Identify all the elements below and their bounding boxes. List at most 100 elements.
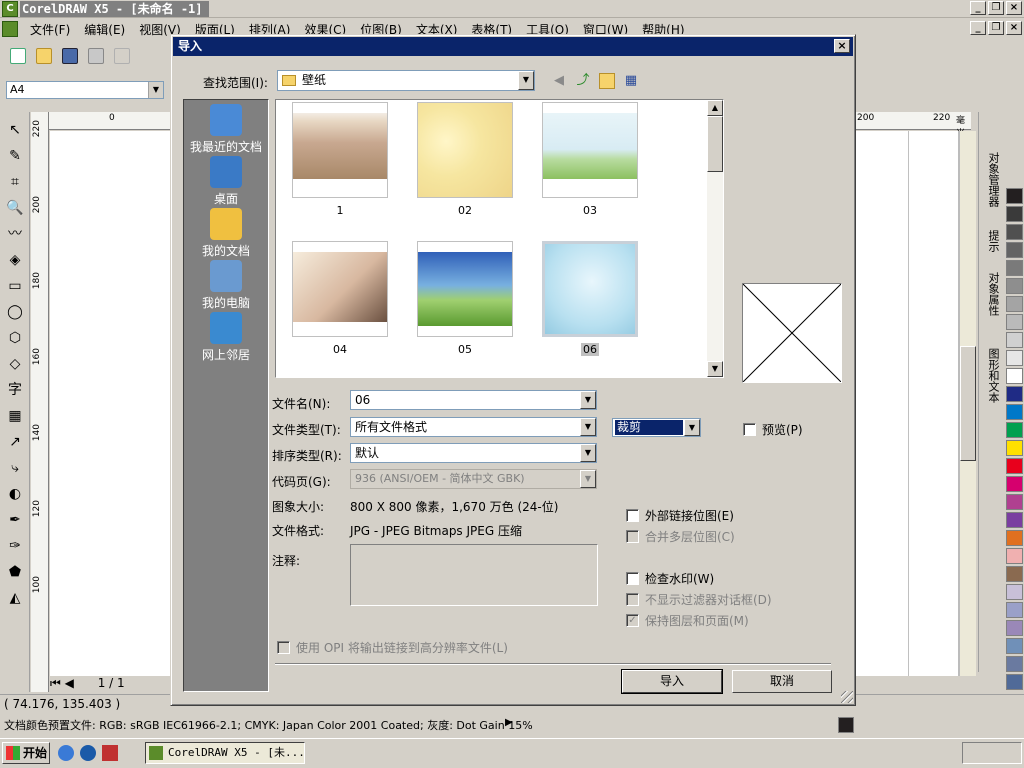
docker-tab[interactable]: 对象管理器 (981, 152, 1001, 207)
color-swatch[interactable] (1006, 368, 1023, 384)
restore-button[interactable]: ❐ (988, 1, 1004, 15)
open-folder-icon[interactable] (36, 48, 52, 64)
file-name-input[interactable]: 06 ▼ (350, 390, 597, 410)
table-tool-icon[interactable]: ▦ (5, 406, 25, 426)
freehand-tool-icon[interactable]: 〰 (5, 224, 25, 244)
color-swatch[interactable] (1006, 584, 1023, 600)
file-thumbnail[interactable]: 02 (417, 102, 513, 217)
color-swatch[interactable] (1006, 314, 1023, 330)
up-folder-icon[interactable]: ⤴ (575, 73, 591, 89)
color-swatch[interactable] (1006, 602, 1023, 618)
canvas-vertical-scrollbar[interactable] (960, 131, 976, 676)
sort-type-select[interactable]: 默认 ▼ (350, 443, 597, 463)
scrollbar-thumb[interactable] (960, 346, 976, 461)
zoom-tool-icon[interactable]: 🔍 (5, 198, 25, 218)
menu-item[interactable]: 编辑(E) (84, 21, 125, 38)
close-button[interactable]: × (1006, 1, 1022, 15)
color-swatch[interactable] (1006, 386, 1023, 402)
doc-close-button[interactable]: × (1006, 21, 1022, 35)
chevron-down-icon[interactable]: ▼ (580, 444, 596, 462)
quicklaunch-browser-icon[interactable] (58, 745, 74, 761)
scroll-up-icon[interactable]: ▲ (707, 100, 723, 116)
quicklaunch-ie-icon[interactable] (80, 745, 96, 761)
color-profile-text[interactable]: 文档颜色预置文件: RGB: sRGB IEC61966-2.1; CMYK: … (4, 717, 533, 733)
import-button[interactable]: 导入 (621, 669, 723, 694)
first-page-icon[interactable]: ⏮ (50, 676, 61, 690)
color-swatch[interactable] (1006, 656, 1023, 672)
thumbnail-frame[interactable] (292, 241, 388, 337)
file-list-scrollbar[interactable]: ▲ ▼ (707, 100, 723, 377)
shape-tool-icon[interactable]: ✎ (5, 146, 25, 166)
file-type-select[interactable]: 所有文件格式 ▼ (350, 417, 597, 437)
place-my-computer[interactable]: 我的电脑 (184, 260, 268, 311)
dialog-close-button[interactable]: × (834, 39, 850, 53)
chevron-down-icon[interactable]: ▼ (518, 71, 534, 90)
place-desktop[interactable]: 桌面 (184, 156, 268, 207)
connector-tool-icon[interactable]: ⤷ (5, 458, 25, 478)
new-document-icon[interactable] (10, 48, 26, 64)
prev-page-icon[interactable]: ◀ (65, 676, 74, 690)
file-thumbnail[interactable]: 04 (292, 241, 388, 356)
checkbox-box[interactable] (743, 423, 756, 436)
play-arrow-icon[interactable]: ▶ (505, 717, 513, 728)
fill-color-swatch[interactable] (838, 717, 854, 733)
chevron-down-icon[interactable]: ▼ (580, 418, 596, 436)
color-swatch[interactable] (1006, 548, 1023, 564)
thumbnail-frame[interactable] (292, 102, 388, 198)
color-swatch[interactable] (1006, 260, 1023, 276)
file-thumbnail[interactable]: 05 (417, 241, 513, 356)
text-tool-icon[interactable]: 字 (5, 380, 25, 400)
chevron-down-icon[interactable]: ▼ (148, 82, 163, 98)
smart-fill-icon[interactable]: ◈ (5, 250, 25, 270)
file-thumbnail[interactable]: 06 (542, 241, 638, 356)
crop-tool-icon[interactable]: ⌗ (5, 172, 25, 192)
crop-select[interactable]: 裁剪 ▼ (612, 418, 701, 437)
chevron-down-icon[interactable]: ▼ (580, 391, 596, 409)
pick-tool-icon[interactable]: ↖ (5, 120, 25, 140)
docker-tab[interactable]: 对象属性 (981, 272, 1001, 316)
color-swatch[interactable] (1006, 188, 1023, 204)
blend-tool-icon[interactable]: ◐ (5, 484, 25, 504)
scroll-down-icon[interactable]: ▼ (707, 361, 723, 377)
outline-tool-icon[interactable]: ✑ (5, 536, 25, 556)
checkbox-box[interactable] (626, 572, 639, 585)
color-swatch[interactable] (1006, 332, 1023, 348)
file-list-scroll-thumb[interactable] (707, 116, 723, 172)
cancel-button[interactable]: 取消 (732, 670, 832, 693)
docker-tab[interactable]: 图形和文本 (981, 348, 1001, 403)
checkbox-box[interactable] (626, 509, 639, 522)
ellipse-tool-icon[interactable]: ◯ (5, 302, 25, 322)
file-thumbnail[interactable]: 1 (292, 102, 388, 217)
color-swatch[interactable] (1006, 242, 1023, 258)
print-icon[interactable] (88, 48, 104, 64)
external-link-checkbox[interactable]: 外部链接位图(E) (626, 507, 734, 524)
color-swatch[interactable] (1006, 638, 1023, 654)
back-icon[interactable]: ◀ (551, 73, 567, 89)
color-swatch[interactable] (1006, 422, 1023, 438)
doc-restore-button[interactable]: ❐ (988, 21, 1004, 35)
color-swatch[interactable] (1006, 494, 1023, 510)
place-network-places[interactable]: 网上邻居 (184, 312, 268, 363)
color-swatch[interactable] (1006, 620, 1023, 636)
color-swatch[interactable] (1006, 350, 1023, 366)
place-recent-docs[interactable]: 我最近的文档 (184, 104, 268, 155)
page-size-select[interactable]: A4 ▼ (6, 81, 164, 99)
thumbnail-frame[interactable] (542, 241, 638, 337)
polygon-tool-icon[interactable]: ⬡ (5, 328, 25, 348)
start-button[interactable]: 开始 (2, 742, 50, 764)
fill-tool-icon[interactable]: ⬟ (5, 562, 25, 582)
vertical-ruler[interactable]: 220 200 180 160 140 120 100 (31, 112, 49, 692)
place-my-documents[interactable]: 我的文档 (184, 208, 268, 259)
save-icon[interactable] (62, 48, 78, 64)
thumbnail-frame[interactable] (417, 241, 513, 337)
color-swatch[interactable] (1006, 296, 1023, 312)
color-swatch[interactable] (1006, 512, 1023, 528)
check-watermark-checkbox[interactable]: 检查水印(W) (626, 570, 714, 587)
interactive-fill-icon[interactable]: ◭ (5, 588, 25, 608)
color-swatch[interactable] (1006, 206, 1023, 222)
thumbnail-frame[interactable] (542, 102, 638, 198)
docker-tab[interactable]: 提示 (981, 230, 1001, 252)
file-list[interactable]: ▲ ▼ 1 02 03 04 05 06 (275, 99, 724, 378)
minimize-button[interactable]: _ (970, 1, 986, 15)
view-menu-icon[interactable]: ▦ (623, 73, 639, 89)
